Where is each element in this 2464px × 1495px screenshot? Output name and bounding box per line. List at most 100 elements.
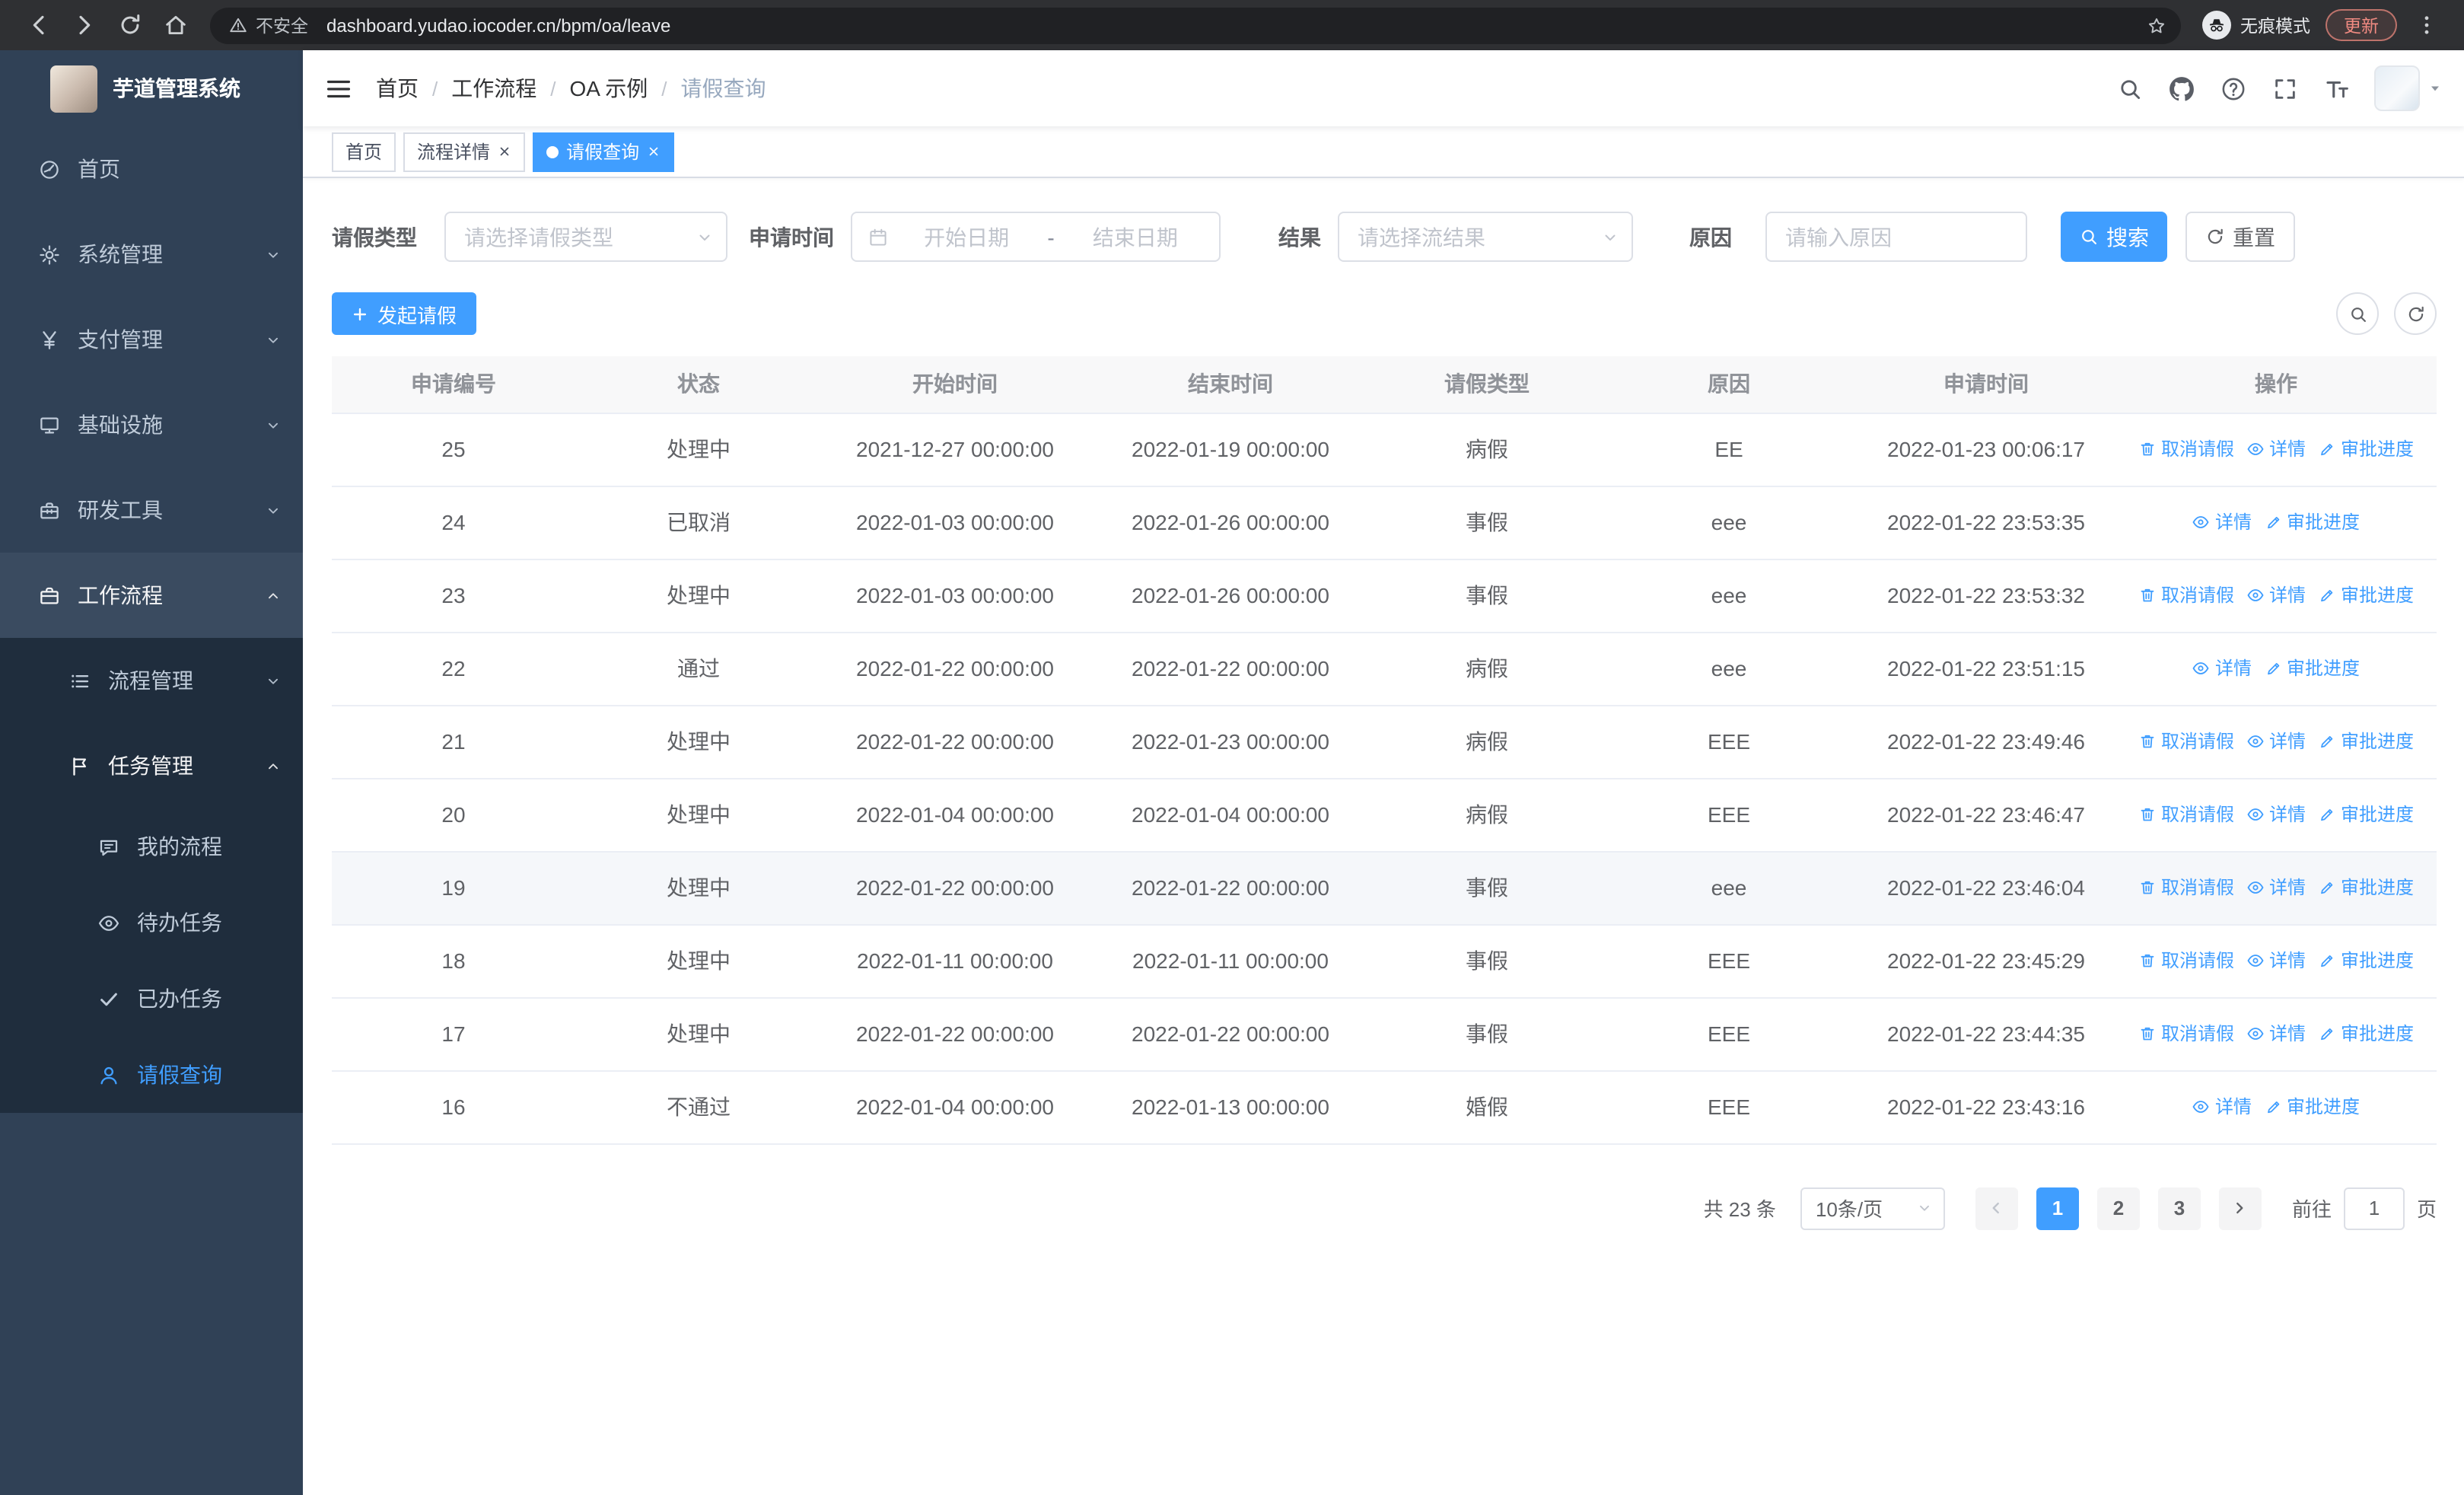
sidebar-item-todo-tasks[interactable]: 待办任务 [0,885,303,961]
close-icon[interactable] [498,145,511,158]
cancel-leave-link[interactable]: 取消请假 [2138,1021,2234,1047]
page-button-2[interactable]: 2 [2096,1187,2140,1229]
browser-menu-button[interactable] [2406,5,2446,45]
detail-link[interactable]: 详情 [2246,436,2306,462]
reason-input[interactable] [1765,212,2027,262]
sidebar-item-done-tasks[interactable]: 已办任务 [0,961,303,1037]
approval-progress-link[interactable]: 审批进度 [2264,509,2360,535]
detail-link[interactable]: 详情 [2246,948,2306,974]
breadcrumb-item[interactable]: 工作流程 [451,73,536,104]
next-page-button[interactable] [2218,1187,2262,1229]
detail-link[interactable]: 详情 [2192,655,2252,681]
sidebar-item-system[interactable]: 系统管理 [0,212,303,297]
detail-link[interactable]: 详情 [2246,1021,2306,1047]
header-search-button[interactable] [2103,50,2155,126]
sidebar-item-workflow[interactable]: 工作流程 [0,553,303,638]
detail-link[interactable]: 详情 [2246,802,2306,827]
cancel-leave-link[interactable]: 取消请假 [2138,582,2234,608]
font-size-button[interactable] [2310,50,2362,126]
page-size-select[interactable]: 10条/页 [1800,1187,1945,1229]
approval-progress-link[interactable]: 审批进度 [2264,1094,2360,1120]
cell-start-time: 2022-01-22 00:00:00 [822,997,1088,1071]
total-count: 共 23 条 [1703,1198,1776,1221]
chevron-down-icon [265,331,282,348]
app-logo[interactable]: 芋道管理系统 [0,50,303,126]
cancel-leave-link[interactable]: 取消请假 [2138,728,2234,754]
tab-process-detail[interactable]: 流程详情 [403,132,526,171]
cancel-leave-link[interactable]: 取消请假 [2138,875,2234,901]
user-menu[interactable] [2374,65,2443,111]
cell-apply-time: 2022-01-22 23:45:29 [1857,924,2115,998]
cancel-leave-link[interactable]: 取消请假 [2138,802,2234,827]
reset-button[interactable]: 重置 [2185,212,2295,262]
fullscreen-button[interactable] [2259,50,2310,126]
refresh-icon [2205,227,2225,247]
app-header: 首页 / 工作流程 / OA 示例 / 请假查询 [303,50,2464,126]
detail-link[interactable]: 详情 [2246,875,2306,901]
security-chip[interactable]: 不安全 [228,13,326,37]
detail-link[interactable]: 详情 [2246,582,2306,608]
approval-progress-link[interactable]: 审批进度 [2264,655,2360,681]
goto-page-input[interactable] [2343,1187,2405,1229]
github-button[interactable] [2155,50,2207,126]
page-content: 请假类型 请选择请假类型 申请时间 开始日期 - 结束日期 结果 请选择流结果 [303,178,2464,1495]
tab-home[interactable]: 首页 [332,132,396,171]
browser-home-button[interactable] [155,5,195,45]
browser-back-button[interactable] [18,5,58,45]
cancel-leave-link[interactable]: 取消请假 [2138,948,2234,974]
sidebar-item-leave-query[interactable]: 请假查询 [0,1037,303,1113]
address-bar[interactable]: 不安全 dashboard.yudao.iocoder.cn/bpm/oa/le… [210,7,2181,43]
create-leave-button[interactable]: 发起请假 [332,292,477,335]
sidebar-item-task-mgmt[interactable]: 任务管理 [0,723,303,808]
result-select[interactable]: 请选择流结果 [1338,212,1633,262]
detail-link[interactable]: 详情 [2246,728,2306,754]
refresh-table-button[interactable] [2394,292,2437,335]
help-button[interactable] [2207,50,2259,126]
sidebar-item-home[interactable]: 首页 [0,126,303,212]
detail-link[interactable]: 详情 [2192,1094,2252,1120]
leave-type-select[interactable]: 请选择请假类型 [444,212,727,262]
toggle-search-button[interactable] [2336,292,2379,335]
cell-leave-type: 病假 [1373,705,1601,779]
prev-page-button[interactable] [1975,1187,2018,1229]
approval-progress-link[interactable]: 审批进度 [2318,1021,2414,1047]
approval-progress-link[interactable]: 审批进度 [2318,728,2414,754]
start-date-placeholder[interactable]: 开始日期 [898,222,1035,252]
yen-icon [38,328,61,351]
breadcrumb-item[interactable]: 首页 [376,73,419,104]
search-button[interactable]: 搜索 [2061,212,2167,262]
end-date-placeholder[interactable]: 结束日期 [1067,222,1204,252]
sidebar-item-devtools[interactable]: 研发工具 [0,467,303,553]
sidebar-item-payment[interactable]: 支付管理 [0,297,303,382]
sidebar-item-process-mgmt[interactable]: 流程管理 [0,638,303,723]
close-icon[interactable] [647,145,661,158]
detail-link[interactable]: 详情 [2192,509,2252,535]
chevron-up-icon [265,757,282,774]
sidebar-item-infrastructure[interactable]: 基础设施 [0,382,303,467]
sidebar-toggle-button[interactable] [303,50,373,126]
page-button-3[interactable]: 3 [2157,1187,2201,1229]
cell-status: 处理中 [575,559,822,633]
approval-progress-link[interactable]: 审批进度 [2318,436,2414,462]
cell-end-time: 2022-01-11 00:00:00 [1088,924,1373,998]
breadcrumb-item[interactable]: OA 示例 [570,73,648,104]
cancel-leave-link[interactable]: 取消请假 [2138,436,2234,462]
table-row: 22 通过 2022-01-22 00:00:00 2022-01-22 00:00:… [332,632,2437,706]
browser-forward-button[interactable] [64,5,103,45]
cell-apply-id: 19 [332,851,575,925]
approval-progress-link[interactable]: 审批进度 [2318,948,2414,974]
bookmark-button[interactable] [2138,8,2175,42]
tab-leave-query[interactable]: 请假查询 [533,132,675,171]
browser-update-button[interactable]: 更新 [2326,9,2397,41]
pen-icon [2318,586,2336,604]
approval-progress-link[interactable]: 审批进度 [2318,802,2414,827]
page-button-1[interactable]: 1 [2036,1187,2079,1229]
chevron-down-icon [696,228,714,246]
cell-start-time: 2022-01-04 00:00:00 [822,778,1088,852]
apply-time-range-picker[interactable]: 开始日期 - 结束日期 [851,212,1221,262]
cell-operations: 取消请假 详情 审批进度 [2115,559,2437,633]
sidebar-item-my-process[interactable]: 我的流程 [0,808,303,885]
approval-progress-link[interactable]: 审批进度 [2318,875,2414,901]
approval-progress-link[interactable]: 审批进度 [2318,582,2414,608]
browser-reload-button[interactable] [110,5,149,45]
